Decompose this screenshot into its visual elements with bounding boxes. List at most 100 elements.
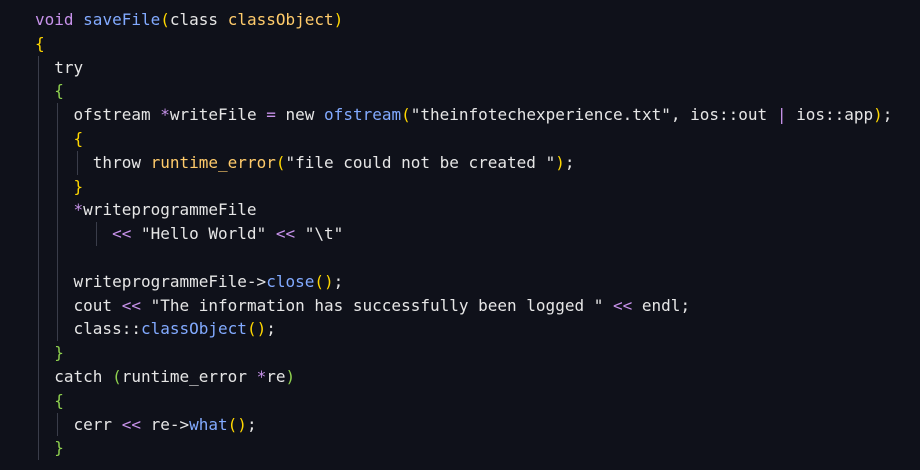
code-token: class::: [73, 319, 141, 339]
code-token: (): [314, 271, 334, 291]
code-line[interactable]: cout << "The information has successfull…: [35, 293, 892, 318]
code-line[interactable]: ofstream *writeFile = new ofstream("thei…: [35, 103, 892, 127]
code-token: close: [266, 271, 315, 291]
code-line[interactable]: [35, 245, 892, 270]
code-token: ): [873, 105, 883, 125]
code-token: }: [54, 438, 64, 458]
code-line[interactable]: }: [35, 341, 892, 365]
code-line[interactable]: {: [35, 388, 892, 413]
indent-guide: [57, 126, 59, 151]
indent-guide: [38, 79, 39, 104]
code-token: try: [54, 57, 84, 77]
code-token: void: [35, 10, 74, 29]
code-token: runtime_error: [121, 366, 247, 386]
indent-guide: [57, 293, 59, 318]
code-token: <<: [112, 224, 132, 244]
code-token: ;: [564, 152, 575, 172]
code-token: "The information has successfully been l…: [150, 295, 604, 315]
code-token: cerr: [73, 414, 113, 434]
code-token: (): [227, 414, 247, 434]
indent-guide: [38, 198, 39, 223]
code-token: ;: [680, 295, 691, 315]
code-token: {: [54, 81, 64, 101]
code-token: |: [776, 105, 787, 125]
indent-guide: [57, 269, 59, 294]
code-line[interactable]: *writeprogrammeFile: [35, 198, 892, 223]
indent-guide: [38, 222, 39, 246]
code-token: }: [54, 343, 64, 363]
code-token: (: [401, 105, 411, 125]
indent-guide: [38, 103, 39, 127]
code-token: ios::app: [796, 105, 874, 125]
code-token: ;: [266, 319, 276, 339]
code-line[interactable]: {: [35, 32, 892, 56]
code-token: "file could not be created ": [285, 152, 556, 172]
code-token: <<: [275, 224, 296, 244]
code-line[interactable]: catch (runtime_error *re): [35, 364, 892, 389]
code-token: catch: [54, 366, 103, 386]
code-line[interactable]: writeprogrammeFile->close();: [35, 269, 892, 294]
code-token: ;: [246, 414, 257, 434]
code-token: throw: [92, 152, 141, 172]
code-line[interactable]: }: [35, 174, 892, 199]
code-line[interactable]: {: [35, 79, 892, 104]
code-line[interactable]: throw runtime_error("file could not be c…: [35, 150, 892, 175]
indent-guide: [76, 150, 78, 175]
indent-guide: [57, 103, 59, 127]
code-token: "theinfotechexperience.txt": [410, 105, 671, 125]
indent-guide: [38, 126, 39, 151]
indent-guide: [57, 412, 59, 437]
indent-guide: [38, 174, 39, 199]
indent-guide: [38, 436, 39, 461]
code-token: (: [160, 10, 170, 29]
code-token: }: [73, 176, 84, 196]
code-token: ;: [333, 271, 344, 291]
code-token: "\t": [304, 224, 344, 244]
code-token: classObject: [140, 319, 247, 339]
code-token: ofstream: [324, 105, 402, 125]
indent-guide: [57, 150, 59, 175]
code-line[interactable]: {: [35, 126, 892, 151]
indent-guide: [38, 269, 39, 294]
code-editor[interactable]: void saveFile(class classObject){ try { …: [0, 0, 920, 470]
code-line[interactable]: void saveFile(class classObject): [35, 8, 892, 32]
code-block[interactable]: void saveFile(class classObject){ try { …: [35, 8, 892, 461]
code-line[interactable]: class::classObject();: [35, 317, 892, 342]
indent-guide: [57, 174, 59, 199]
code-token: re->: [150, 414, 190, 434]
code-token: what: [189, 414, 228, 434]
indent-guide: [38, 293, 39, 318]
code-token: ;: [882, 105, 893, 125]
code-token: {: [73, 128, 84, 148]
code-line[interactable]: << "Hello World" << "\t": [35, 222, 892, 246]
code-token: runtime_error: [150, 152, 276, 172]
code-line[interactable]: try: [35, 55, 892, 80]
code-token: {: [54, 390, 64, 410]
indent-guide: [95, 222, 97, 246]
indent-guide: [57, 245, 59, 270]
code-token: *: [256, 366, 267, 386]
code-token: =: [266, 105, 276, 125]
code-line[interactable]: cerr << re->what();: [35, 412, 892, 437]
code-token: ofstream: [73, 105, 151, 125]
indent-guide: [57, 222, 59, 246]
indent-guide: [57, 317, 59, 342]
code-line[interactable]: }: [35, 436, 892, 461]
